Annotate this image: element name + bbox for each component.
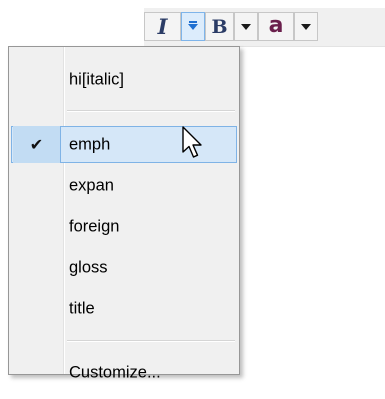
- menu-item-label: Customize...: [69, 363, 161, 382]
- menu-item-label: hi[italic]: [69, 70, 125, 88]
- formatting-toolbar: I B a: [144, 8, 385, 47]
- menu-item-foreign[interactable]: foreign: [11, 208, 237, 245]
- text-color-button[interactable]: a: [258, 12, 294, 41]
- menu-item-label: gloss: [69, 258, 108, 276]
- mouse-pointer-icon: [182, 126, 202, 158]
- bold-icon: B: [211, 15, 228, 38]
- italic-button[interactable]: I: [144, 12, 181, 41]
- chevron-down-icon: [241, 23, 251, 30]
- chevron-down-icon: [188, 23, 198, 30]
- menu-item-customize[interactable]: Customize...: [11, 356, 237, 390]
- bold-dropdown-button[interactable]: [234, 12, 258, 41]
- menu-item-gloss[interactable]: gloss: [11, 249, 237, 286]
- bold-button[interactable]: B: [205, 12, 234, 41]
- text-color-dropdown-button[interactable]: [294, 12, 318, 41]
- italic-dropdown-button[interactable]: [181, 12, 205, 41]
- menu-item-expan[interactable]: expan: [11, 167, 237, 204]
- menu-separator: [67, 340, 235, 342]
- menu-item-emph[interactable]: ✔ emph: [11, 126, 237, 163]
- italic-icon: I: [157, 14, 168, 39]
- menu-item-label: foreign: [69, 217, 120, 235]
- menu-item-title[interactable]: title: [11, 290, 237, 327]
- menu-separator: [67, 110, 235, 112]
- menu-item-label: expan: [69, 176, 114, 194]
- font-color-icon: a: [268, 12, 284, 38]
- active-indicator: [189, 21, 197, 23]
- menu-item-hi-italic[interactable]: hi[italic]: [11, 61, 237, 98]
- check-icon: ✔: [13, 126, 61, 163]
- chevron-down-icon: [301, 23, 311, 30]
- editor-stage: I B a hi[italic] ✔ emph expan foreign gl…: [0, 0, 385, 399]
- italic-style-menu: hi[italic] ✔ emph expan foreign gloss ti…: [8, 46, 240, 382]
- menu-item-label: emph: [69, 135, 111, 153]
- menu-item-label: title: [69, 299, 95, 317]
